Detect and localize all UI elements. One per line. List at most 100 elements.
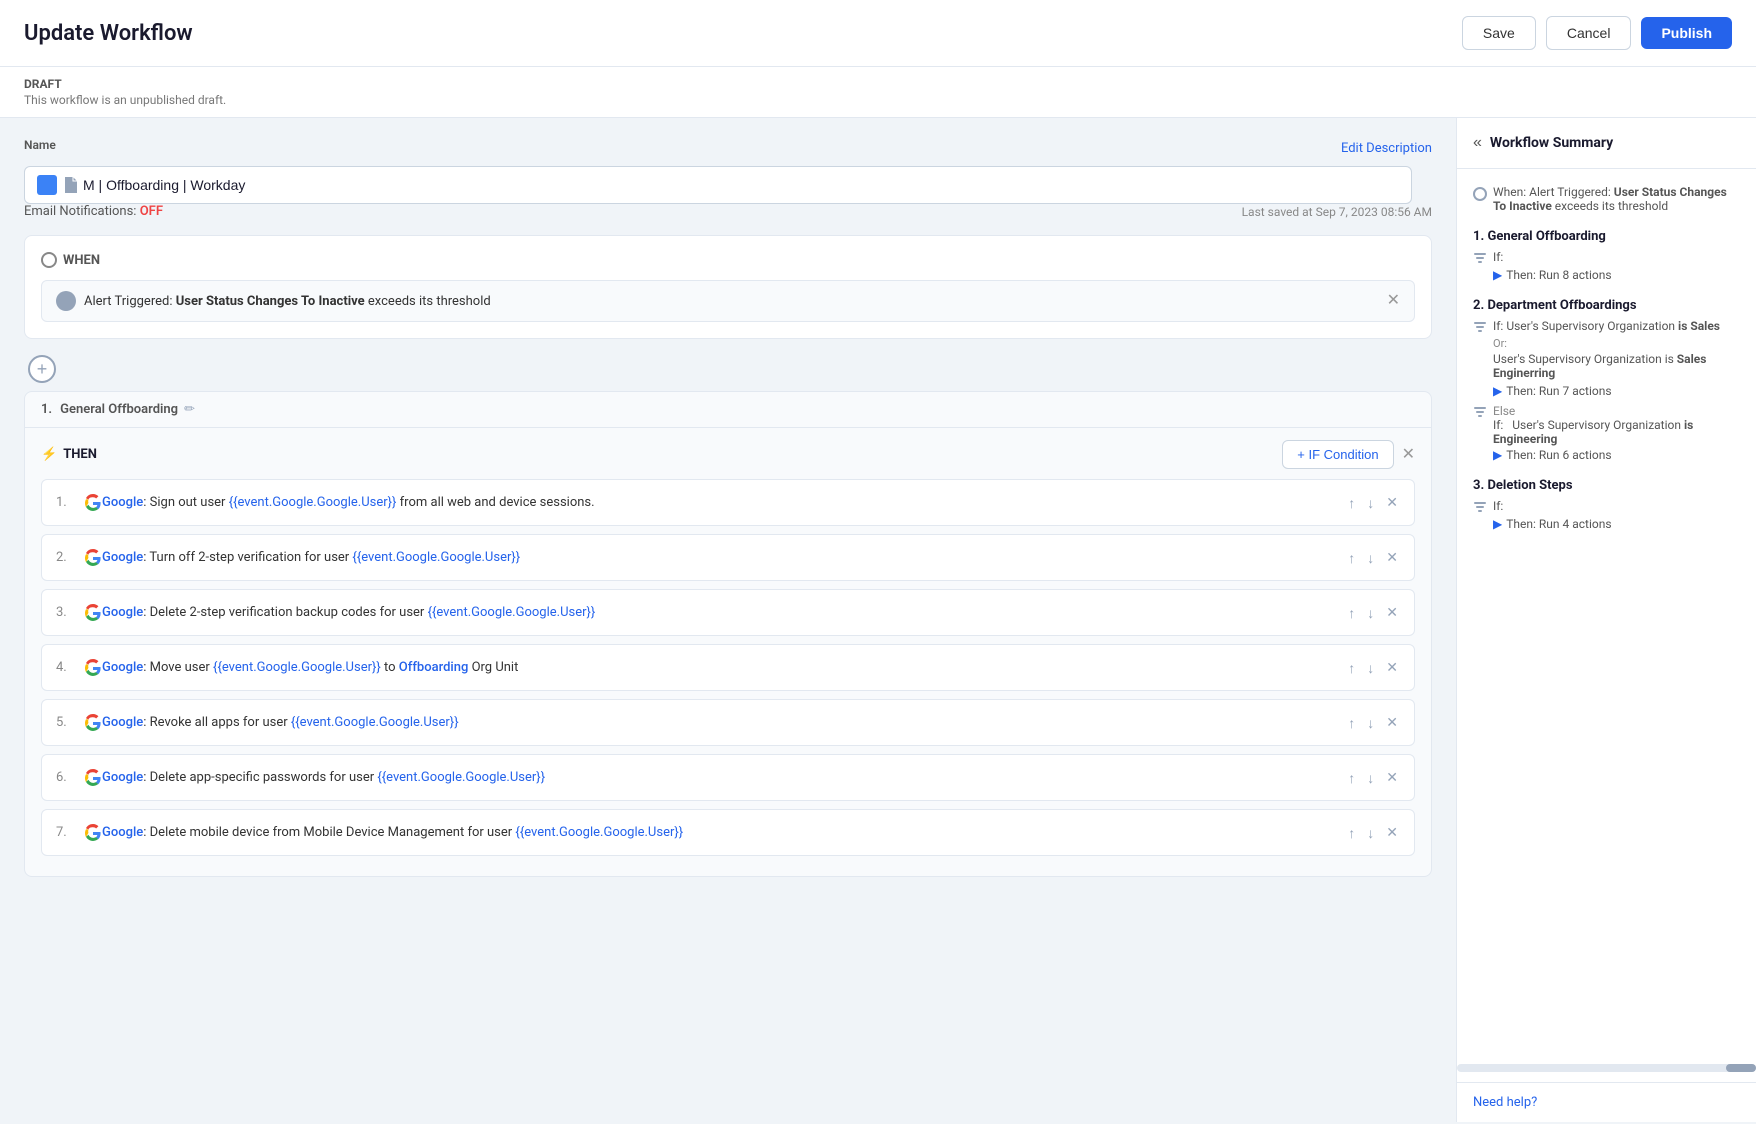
sidebar-title: Workflow Summary (1490, 135, 1613, 151)
google-link[interactable]: Google (102, 495, 143, 510)
action-move-up[interactable]: ↑ (1346, 493, 1357, 513)
summary-else-row: Else If: User's Supervisory Organization… (1473, 404, 1740, 446)
sidebar-scrollbar[interactable] (1457, 1064, 1756, 1072)
action-move-up[interactable]: ↑ (1346, 823, 1357, 843)
action-delete[interactable]: ✕ (1384, 492, 1400, 513)
sidebar-header: « Workflow Summary (1457, 118, 1756, 169)
action-move-down[interactable]: ↓ (1365, 603, 1376, 623)
action-move-down[interactable]: ↓ (1365, 768, 1376, 788)
offboarding-link[interactable]: Offboarding (399, 660, 469, 675)
action-move-down[interactable]: ↓ (1365, 713, 1376, 733)
action-var[interactable]: {{event.Google.Google.User}} (515, 825, 683, 840)
action-delete[interactable]: ✕ (1384, 712, 1400, 733)
action-move-up[interactable]: ↑ (1346, 603, 1357, 623)
then-run-label: Then: Run 4 actions (1506, 517, 1611, 531)
summary-section-title: 1. General Offboarding (1473, 229, 1740, 244)
action-var[interactable]: {{event.Google.Google.User}} (428, 605, 596, 620)
action-controls: ↑ ↓ ✕ (1346, 547, 1400, 568)
action-controls: ↑ ↓ ✕ (1346, 712, 1400, 733)
then-run-label: Then: Run 7 actions (1506, 384, 1611, 398)
need-help-link[interactable]: Need help? (1457, 1082, 1756, 1122)
email-notif-status[interactable]: OFF (140, 204, 163, 219)
google-link[interactable]: Google (102, 550, 143, 565)
trigger-text: Alert Triggered: User Status Changes To … (84, 294, 491, 309)
expand-icon[interactable]: ▶ (1493, 268, 1502, 282)
summary-then-row: ▶ Then: Run 4 actions (1473, 517, 1740, 531)
action-var[interactable]: {{event.Google.Google.User}} (213, 660, 381, 675)
name-row: Name Edit Description (24, 138, 1432, 158)
google-link[interactable]: Google (102, 605, 143, 620)
action-controls: ↑ ↓ ✕ (1346, 767, 1400, 788)
block-number: 1. (41, 402, 52, 417)
action-number: 2. (56, 550, 72, 565)
filter-icon (1473, 499, 1487, 513)
action-number: 1. (56, 495, 72, 510)
action-delete[interactable]: ✕ (1384, 767, 1400, 788)
else-label: Else (1493, 404, 1515, 418)
google-icon (84, 549, 102, 567)
cancel-button[interactable]: Cancel (1546, 16, 1632, 50)
action-text: Google: Delete app-specific passwords fo… (102, 770, 1346, 785)
action-move-up[interactable]: ↑ (1346, 713, 1357, 733)
then-header: ⚡ THEN + IF Condition ✕ (41, 440, 1415, 469)
google-link[interactable]: Google (102, 715, 143, 730)
when-section: WHEN Alert Triggered: User Status Change… (24, 235, 1432, 339)
action-delete[interactable]: ✕ (1384, 602, 1400, 623)
add-condition-button[interactable]: + IF Condition (1282, 440, 1393, 469)
summary-section-2: 2. Department Offboardings If: User's Su… (1473, 298, 1740, 462)
if-condition-text: If: User's Supervisory Organization is S… (1493, 319, 1720, 333)
action-move-up[interactable]: ↑ (1346, 768, 1357, 788)
when-label: WHEN (63, 253, 100, 268)
if-label: If: (1493, 250, 1503, 264)
when-header: WHEN (41, 252, 1415, 268)
sidebar-collapse-button[interactable]: « (1473, 134, 1482, 152)
google-link[interactable]: Google (102, 825, 143, 840)
top-bar: Update Workflow Save Cancel Publish (0, 0, 1756, 67)
google-icon (84, 604, 102, 622)
top-actions: Save Cancel Publish (1462, 16, 1732, 50)
when-icon (41, 252, 57, 268)
summary-section-3: 3. Deletion Steps If: ▶ Then: Run 4 acti… (1473, 478, 1740, 531)
name-input-wrapper (24, 166, 1412, 204)
action-move-down[interactable]: ↓ (1365, 548, 1376, 568)
google-link[interactable]: Google (102, 660, 143, 675)
action-move-down[interactable]: ↓ (1365, 493, 1376, 513)
action-var[interactable]: {{event.Google.Google.User}} (377, 770, 545, 785)
expand-icon[interactable]: ▶ (1493, 384, 1502, 398)
action-delete[interactable]: ✕ (1384, 822, 1400, 843)
expand-icon[interactable]: ▶ (1493, 517, 1502, 531)
action-move-up[interactable]: ↑ (1346, 548, 1357, 568)
action-move-down[interactable]: ↓ (1365, 823, 1376, 843)
action-move-up[interactable]: ↑ (1346, 658, 1357, 678)
action-delete[interactable]: ✕ (1384, 657, 1400, 678)
action-number: 7. (56, 825, 72, 840)
filter-icon (1473, 250, 1487, 264)
summary-then-row: ▶ Then: Run 6 actions (1473, 448, 1740, 462)
right-sidebar: « Workflow Summary When: Alert Triggered… (1456, 118, 1756, 1122)
then-close-button[interactable]: ✕ (1402, 447, 1415, 463)
filter-icon (1473, 404, 1487, 418)
expand-icon[interactable]: ▶ (1493, 448, 1502, 462)
then-run-label: Then: Run 6 actions (1506, 448, 1611, 462)
save-button[interactable]: Save (1462, 16, 1536, 50)
action-var[interactable]: {{event.Google.Google.User}} (229, 495, 397, 510)
workflow-name-input[interactable] (83, 177, 1399, 193)
trigger-close-button[interactable]: ✕ (1387, 293, 1400, 309)
google-link[interactable]: Google (102, 770, 143, 785)
action-text: Google: Move user {{event.Google.Google.… (102, 660, 1346, 675)
action-item: 3. Google: Delete 2-step verification ba… (41, 589, 1415, 636)
publish-button[interactable]: Publish (1641, 17, 1732, 49)
add-block-button[interactable]: + (28, 355, 56, 383)
action-var[interactable]: {{event.Google.Google.User}} (291, 715, 459, 730)
main-layout: Name Edit Description Email Notification… (0, 118, 1756, 1122)
edit-description-link[interactable]: Edit Description (1341, 141, 1432, 156)
summary-if-row: If: User's Supervisory Organization is S… (1473, 319, 1740, 333)
or-condition: User's Supervisory Organization is Sales… (1473, 352, 1740, 380)
action-move-down[interactable]: ↓ (1365, 658, 1376, 678)
or-separator: Or: (1493, 337, 1740, 350)
action-number: 6. (56, 770, 72, 785)
block-edit-icon[interactable]: ✏ (184, 402, 195, 417)
summary-then-row: ▶ Then: Run 7 actions (1473, 384, 1740, 398)
action-var[interactable]: {{event.Google.Google.User}} (352, 550, 520, 565)
action-delete[interactable]: ✕ (1384, 547, 1400, 568)
